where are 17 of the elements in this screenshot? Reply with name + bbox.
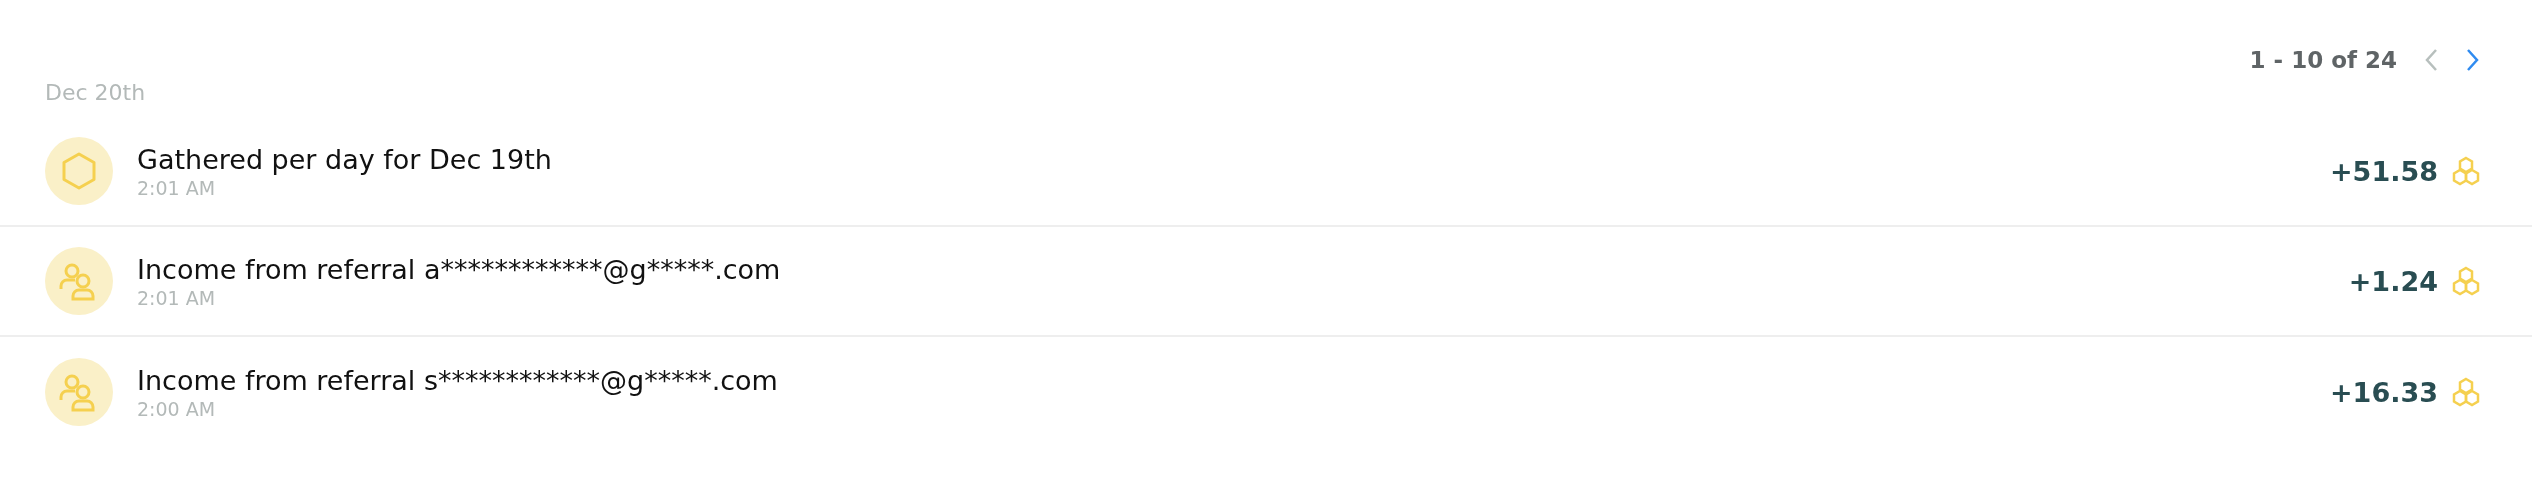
chevron-right-icon — [2466, 48, 2480, 72]
honeycomb-icon — [2450, 266, 2482, 296]
transaction-time: 2:01 AM — [137, 287, 217, 309]
transaction-time: 2:01 AM — [137, 177, 217, 199]
page-range: 1 - 10 of 24 — [2249, 47, 2397, 73]
date-heading: Dec 20th — [45, 80, 147, 105]
transaction-amount: +51.58 — [2329, 155, 2438, 187]
transaction-amount: +16.33 — [2329, 376, 2438, 408]
transaction-title: Gathered per day for Dec 19th — [137, 143, 553, 177]
honeycomb-icon — [2450, 377, 2482, 407]
hexagon-icon — [62, 152, 96, 190]
transaction-time: 2:00 AM — [137, 398, 217, 420]
chevron-left-icon — [2424, 48, 2438, 72]
transaction-title: Income from referral s************@g*****.com — [137, 364, 779, 398]
transaction-title: Income from referral a************@g*****.com — [137, 253, 782, 287]
honeycomb-icon — [2450, 156, 2482, 186]
transaction-amount: +1.24 — [2348, 265, 2438, 297]
